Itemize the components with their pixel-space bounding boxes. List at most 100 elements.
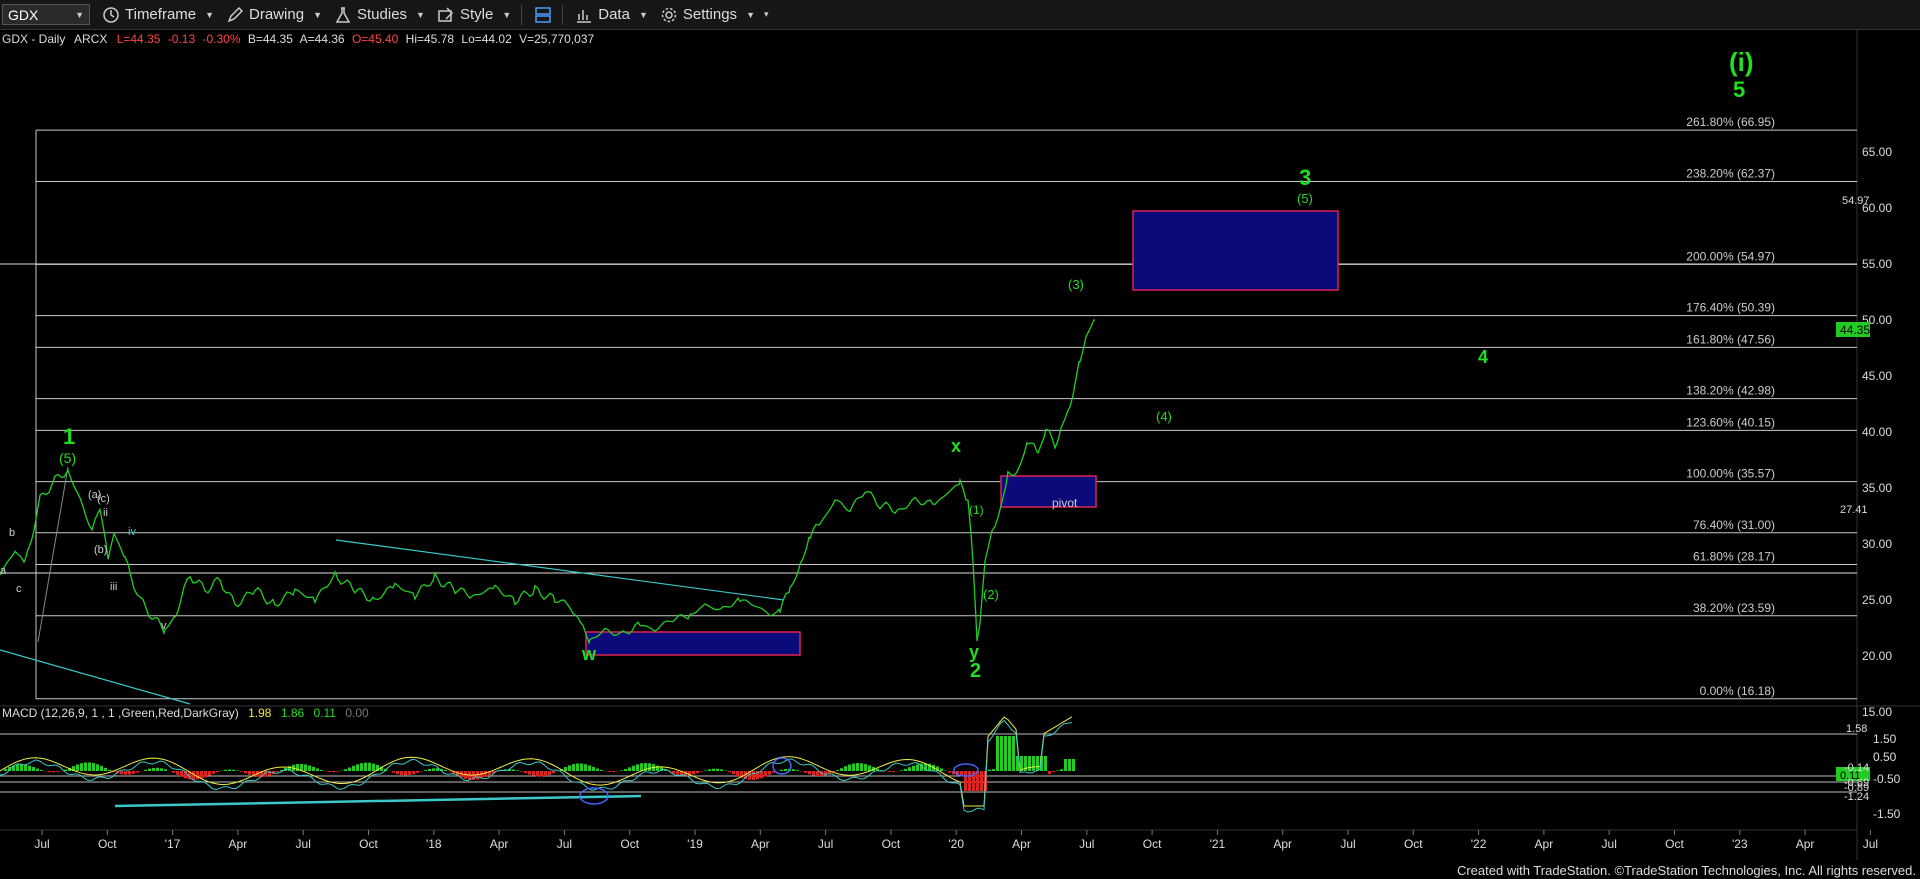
chart-area[interactable]: GDX - Daily ARCX L=44.35 -0.13 -0.30% B=… bbox=[0, 30, 1920, 860]
fib-label: 61.80% (28.17) bbox=[1693, 549, 1775, 563]
macd-bar bbox=[1028, 756, 1031, 771]
macd-bar bbox=[396, 771, 399, 775]
macd-bar bbox=[592, 766, 595, 771]
time-axis-tick: Jul bbox=[1340, 837, 1355, 851]
time-axis-tick: Oct bbox=[359, 837, 378, 851]
macd-bar bbox=[848, 764, 851, 771]
time-axis-tick: Apr bbox=[751, 837, 770, 851]
macd-trend-line[interactable] bbox=[114, 794, 642, 808]
macd-value-tag: -1.24 bbox=[1844, 791, 1869, 803]
macd-bar bbox=[120, 771, 123, 775]
target-box[interactable] bbox=[1132, 210, 1339, 291]
macd-axis-tick: 1.50 bbox=[1873, 732, 1897, 746]
macd-bar bbox=[196, 771, 199, 780]
wave-b-label: b bbox=[9, 527, 15, 539]
macd-bar bbox=[392, 771, 395, 773]
macd-bar bbox=[840, 768, 843, 771]
macd-bar bbox=[796, 770, 799, 771]
wave-v-label: v bbox=[161, 620, 167, 632]
wave-i-label: (i) bbox=[1729, 47, 1754, 77]
style-label: Style bbox=[459, 6, 494, 23]
fib-label: 200.00% (54.97) bbox=[1686, 249, 1775, 263]
header-name: GDX - Daily bbox=[2, 32, 65, 46]
time-axis-tick: Oct bbox=[1665, 837, 1684, 851]
wave-pb-label: (b) bbox=[94, 544, 107, 556]
layout-button[interactable] bbox=[534, 6, 552, 24]
fib-label: 161.80% (47.56) bbox=[1686, 332, 1775, 346]
price-axis-tick: 40.00 bbox=[1862, 425, 1892, 439]
time-axis-tick: Apr bbox=[490, 837, 509, 851]
settings-button[interactable]: Settings ▼ ▾ bbox=[660, 6, 769, 24]
macd-bar bbox=[980, 771, 983, 791]
macd-bar bbox=[96, 764, 99, 771]
macd-bar bbox=[648, 763, 651, 771]
macd-bar bbox=[656, 765, 659, 771]
settings-label: Settings bbox=[682, 6, 738, 23]
time-axis-tick: Jul bbox=[557, 837, 572, 851]
symbol-selector[interactable]: GDX ▼ bbox=[2, 4, 90, 25]
wave-labels: (i) 5 3 (5) (3) 4 (4) x 1 (5) y 2 (2) (1… bbox=[0, 47, 1754, 682]
data-button[interactable]: Data ▼ bbox=[575, 6, 648, 24]
macd-bar bbox=[1032, 756, 1035, 771]
macd-bar bbox=[1044, 756, 1047, 771]
support-box[interactable] bbox=[585, 631, 801, 656]
macd-bar bbox=[240, 771, 243, 772]
time-axis-tick: Oct bbox=[620, 837, 639, 851]
macd-bar bbox=[712, 768, 715, 771]
last-price-tag-text: 44.35 bbox=[1840, 323, 1870, 337]
macd-bar bbox=[568, 765, 571, 771]
macd-v1: 1.98 bbox=[248, 706, 272, 720]
studies-button[interactable]: Studies ▼ bbox=[334, 6, 425, 24]
macd-bar bbox=[596, 768, 599, 771]
fib-label: 238.20% (62.37) bbox=[1686, 166, 1775, 180]
macd-bar bbox=[136, 771, 139, 773]
footer-credit: Created with TradeStation. ©TradeStation… bbox=[1456, 863, 1916, 878]
drawing-button[interactable]: Drawing ▼ bbox=[226, 6, 322, 24]
drawing-label: Drawing bbox=[249, 6, 305, 23]
fib-label: 176.40% (50.39) bbox=[1686, 301, 1775, 315]
macd-bar bbox=[628, 767, 631, 771]
macd-bar bbox=[484, 771, 487, 778]
macd-bar bbox=[108, 770, 111, 771]
wave-4-label: 4 bbox=[1478, 347, 1488, 367]
chevron-down-icon: ▼ bbox=[746, 9, 755, 20]
wave-x-label: x bbox=[951, 436, 961, 456]
timeframe-button[interactable]: Timeframe ▼ bbox=[102, 6, 214, 24]
macd-bar bbox=[696, 771, 699, 774]
macd-bar bbox=[84, 762, 87, 771]
macd-bar bbox=[572, 764, 575, 771]
macd-bar bbox=[332, 771, 335, 773]
wave-5-label: 5 bbox=[1733, 77, 1745, 102]
pivot-box[interactable] bbox=[1000, 475, 1097, 508]
time-axis-tick: Apr bbox=[1535, 837, 1554, 851]
style-button[interactable]: Style ▼ bbox=[437, 6, 511, 24]
wave-y-label: y bbox=[969, 642, 979, 662]
macd-bar bbox=[888, 771, 891, 772]
time-axis-tick: Jul bbox=[1602, 837, 1617, 851]
macd-bar bbox=[900, 770, 903, 771]
time-axis-tick: Apr bbox=[1273, 837, 1292, 851]
time-axis-tick: Apr bbox=[1012, 837, 1031, 851]
wave-1-label: 1 bbox=[63, 424, 75, 449]
trend-line[interactable] bbox=[335, 539, 785, 601]
fib-label: 100.00% (35.57) bbox=[1686, 467, 1775, 481]
macd-bar bbox=[1036, 756, 1039, 771]
macd-bar bbox=[356, 764, 359, 771]
macd-bar bbox=[52, 771, 55, 773]
macd-level-tag: 1.58 bbox=[1846, 723, 1867, 735]
macd-bar bbox=[48, 771, 51, 773]
macd-bar bbox=[428, 768, 431, 771]
header-volume: V=25,770,037 bbox=[519, 32, 594, 46]
trend-line[interactable] bbox=[0, 649, 191, 705]
macd-bar bbox=[124, 771, 127, 775]
macd-bar bbox=[24, 764, 27, 771]
macd-bar bbox=[360, 763, 363, 771]
time-axis-tick: '17 bbox=[165, 837, 181, 851]
macd-bar bbox=[100, 765, 103, 771]
flask-icon bbox=[335, 6, 351, 23]
macd-bar bbox=[784, 768, 787, 771]
macd-bar bbox=[1060, 769, 1063, 771]
macd-bar bbox=[752, 771, 755, 780]
macd-bar bbox=[608, 771, 611, 772]
price-axis-tick: 25.00 bbox=[1862, 593, 1892, 607]
